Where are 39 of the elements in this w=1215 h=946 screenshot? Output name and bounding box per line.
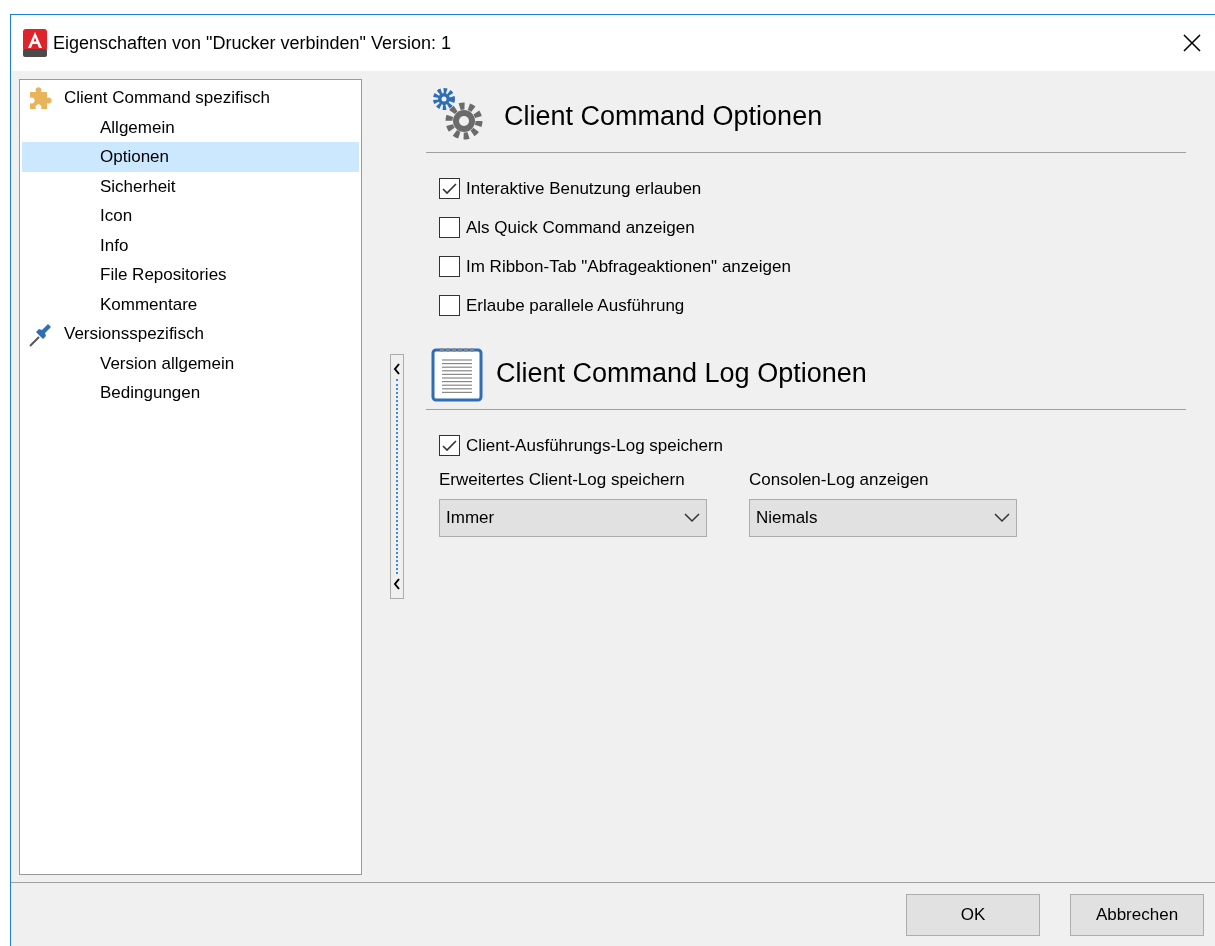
checkbox[interactable] bbox=[439, 178, 460, 199]
checkmark-icon bbox=[442, 439, 457, 452]
window-title: Eigenschaften von "Drucker verbinden" Version: 1 bbox=[53, 31, 451, 55]
tree-item[interactable]: Kommentare bbox=[22, 289, 359, 319]
dropdown[interactable]: Immer bbox=[439, 498, 707, 537]
tree-item[interactable]: Allgemein bbox=[22, 112, 359, 142]
tree-item[interactable]: File Repositories bbox=[22, 260, 359, 290]
checkbox-label: Als Quick Command anzeigen bbox=[466, 216, 695, 239]
tree-item[interactable]: Info bbox=[22, 230, 359, 260]
checkmark-icon bbox=[442, 182, 457, 195]
dialog-button[interactable]: OK bbox=[906, 893, 1040, 936]
checkbox-label: Interaktive Benutzung erlauben bbox=[466, 177, 702, 200]
tree-item[interactable]: Sicherheit bbox=[22, 171, 359, 201]
chevron-down-icon bbox=[994, 512, 1010, 523]
checkbox[interactable] bbox=[439, 295, 460, 316]
section-heading: Client Command Optionen bbox=[504, 99, 823, 133]
checkbox[interactable] bbox=[439, 256, 460, 277]
chevron-down-icon bbox=[684, 512, 700, 523]
app-logo-icon bbox=[23, 29, 47, 57]
checkbox[interactable] bbox=[439, 217, 460, 238]
dropdown-label: Erweitertes Client-Log speichern bbox=[439, 469, 686, 491]
checkbox-label: Im Ribbon-Tab "Abfrageaktionen" anzeigen bbox=[466, 255, 791, 278]
checkbox-label: Erlaube parallele Ausführung bbox=[466, 294, 685, 317]
chevron-left-icon[interactable] bbox=[393, 578, 401, 590]
dropdown[interactable]: Niemals bbox=[749, 498, 1017, 537]
chevron-left-icon[interactable] bbox=[393, 363, 401, 375]
tree-item[interactable]: Versionsspezifisch bbox=[22, 319, 359, 349]
tree-item[interactable]: Optionen bbox=[22, 142, 359, 172]
dialog-button[interactable]: Abbrechen bbox=[1070, 893, 1204, 936]
splitter-handle[interactable] bbox=[390, 354, 404, 599]
dropdown-label: Consolen-Log anzeigen bbox=[749, 469, 930, 491]
checkbox[interactable] bbox=[439, 435, 460, 456]
checkbox-label: Client-Ausführungs-Log speichern bbox=[466, 434, 724, 457]
tree-item[interactable]: Client Command spezifisch bbox=[22, 83, 359, 113]
close-icon[interactable] bbox=[1183, 34, 1201, 52]
tree-item[interactable]: Version allgemein bbox=[22, 348, 359, 378]
tree-item[interactable]: Icon bbox=[22, 201, 359, 231]
tree-item[interactable]: Bedingungen bbox=[22, 378, 359, 408]
section-heading: Client Command Log Optionen bbox=[496, 356, 867, 390]
